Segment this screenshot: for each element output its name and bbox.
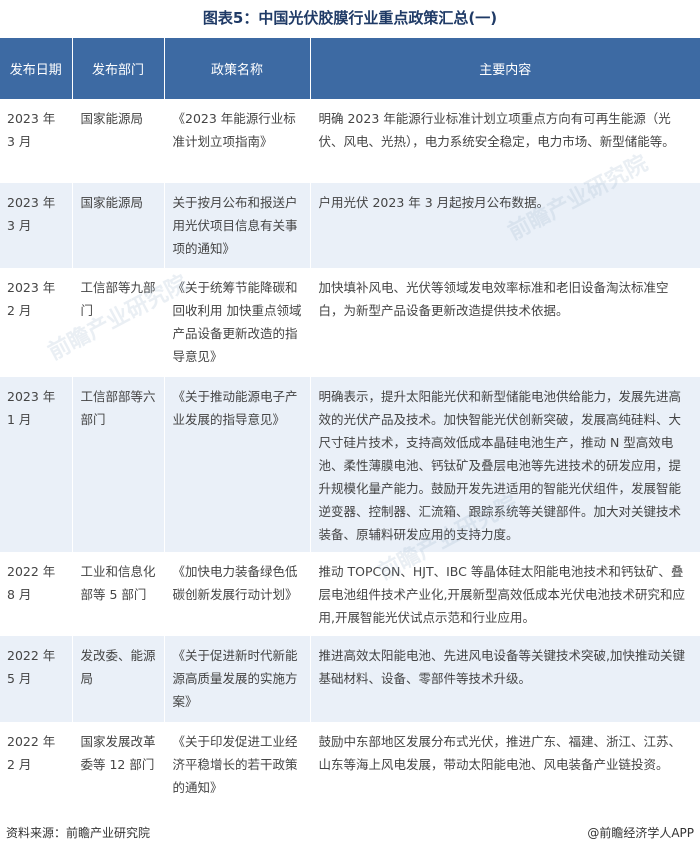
cell-date: 2022 年 8 月	[0, 552, 73, 636]
cell-name: 《2023 年能源行业标准计划立项指南》	[164, 99, 311, 183]
table-row: 2023 年 3 月 国家能源局 《2023 年能源行业标准计划立项指南》 明确…	[0, 99, 700, 183]
brand-label: @前瞻经济学人APP	[587, 825, 694, 840]
cell-content: 明确 2023 年能源行业标准计划立项重点方向有可再生能源（光伏、风电、光热），…	[310, 99, 700, 183]
header-date: 发布日期	[0, 38, 73, 99]
cell-content: 户用光伏 2023 年 3 月起按月公布数据。	[310, 183, 700, 268]
cell-dept: 发改委、能源局	[72, 636, 165, 722]
header-name: 政策名称	[164, 38, 311, 99]
cell-dept: 工业和信息化部等 5 部门	[72, 552, 165, 636]
cell-dept: 工信部等九部门	[72, 268, 165, 377]
cell-date: 2023 年 1 月	[0, 377, 73, 552]
cell-content: 明确表示，提升太阳能光伏和新型储能电池供给能力，发展先进高效的光伏产品及技术。加…	[310, 377, 700, 552]
cell-dept: 国家能源局	[72, 99, 165, 183]
cell-dept: 国家能源局	[72, 183, 165, 268]
cell-name: 《关于促进新时代新能源高质量发展的实施方案》	[164, 636, 311, 722]
source-note: 资料来源：前瞻产业研究院	[6, 825, 151, 840]
cell-name: 关于按月公布和报送户用光伏项目信息有关事项的通知》	[164, 183, 311, 268]
table-header-row: 发布日期 发布部门 政策名称 主要内容	[0, 38, 700, 99]
cell-name: 《关于推动能源电子产业发展的指导意见》	[164, 377, 311, 552]
brand: @前瞻经济学人APP	[587, 824, 694, 841]
table-row: 2023 年 2 月 工信部等九部门 《关于统筹节能降碳和回收利用 加快重点领域…	[0, 268, 700, 377]
header-content: 主要内容	[310, 38, 700, 99]
cell-date: 2022 年 2 月	[0, 722, 73, 806]
cell-name: 《加快电力装备绿色低碳创新发展行动计划》	[164, 552, 311, 636]
cell-content: 鼓励中东部地区发展分布式光伏，推进广东、福建、浙江、江苏、山东等海上风电发展，带…	[310, 722, 700, 806]
cell-name: 《关于印发促进工业经济平稳增长的若干政策的通知》	[164, 722, 311, 806]
table-row: 2022 年 2 月 国家发展改革委等 12 部门 《关于印发促进工业经济平稳增…	[0, 722, 700, 806]
page-title: 图表5：中国光伏胶膜行业重点政策汇总(一)	[202, 9, 498, 27]
page: 图表5：中国光伏胶膜行业重点政策汇总(一) 发布日期 发布部门 政策名称 主要内…	[0, 0, 700, 849]
table-row: 2023 年 3 月 国家能源局 关于按月公布和报送户用光伏项目信息有关事项的通…	[0, 183, 700, 268]
table-row: 2022 年 8 月 工业和信息化部等 5 部门 《加快电力装备绿色低碳创新发展…	[0, 552, 700, 636]
cell-date: 2022 年 5 月	[0, 636, 73, 722]
cell-content: 加快填补风电、光伏等领域发电效率标准和老旧设备淘汰标准空白，为新型产品设备更新改…	[310, 268, 700, 377]
cell-date: 2023 年 2 月	[0, 268, 73, 377]
cell-content: 推进高效太阳能电池、先进风电设备等关键技术突破,加快推动关键基础材料、设备、零部…	[310, 636, 700, 722]
table-row: 2023 年 1 月 工信部部等六部门 《关于推动能源电子产业发展的指导意见》 …	[0, 377, 700, 552]
cell-date: 2023 年 3 月	[0, 183, 73, 268]
policy-table: 发布日期 发布部门 政策名称 主要内容 2023 年 3 月 国家能源局 《20…	[0, 38, 700, 806]
footer: 资料来源：前瞻产业研究院 @前瞻经济学人APP	[0, 815, 700, 849]
cell-date: 2023 年 3 月	[0, 99, 73, 183]
header-dept: 发布部门	[72, 38, 165, 99]
cell-dept: 工信部部等六部门	[72, 377, 165, 552]
cell-content: 推动 TOPCON、HJT、IBC 等晶体硅太阳能电池技术和钙钛矿、叠层电池组件…	[310, 552, 700, 636]
cell-dept: 国家发展改革委等 12 部门	[72, 722, 165, 806]
table-row: 2022 年 5 月 发改委、能源局 《关于促进新时代新能源高质量发展的实施方案…	[0, 636, 700, 722]
cell-name: 《关于统筹节能降碳和回收利用 加快重点领域产品设备更新改造的指导意见》	[164, 268, 311, 377]
